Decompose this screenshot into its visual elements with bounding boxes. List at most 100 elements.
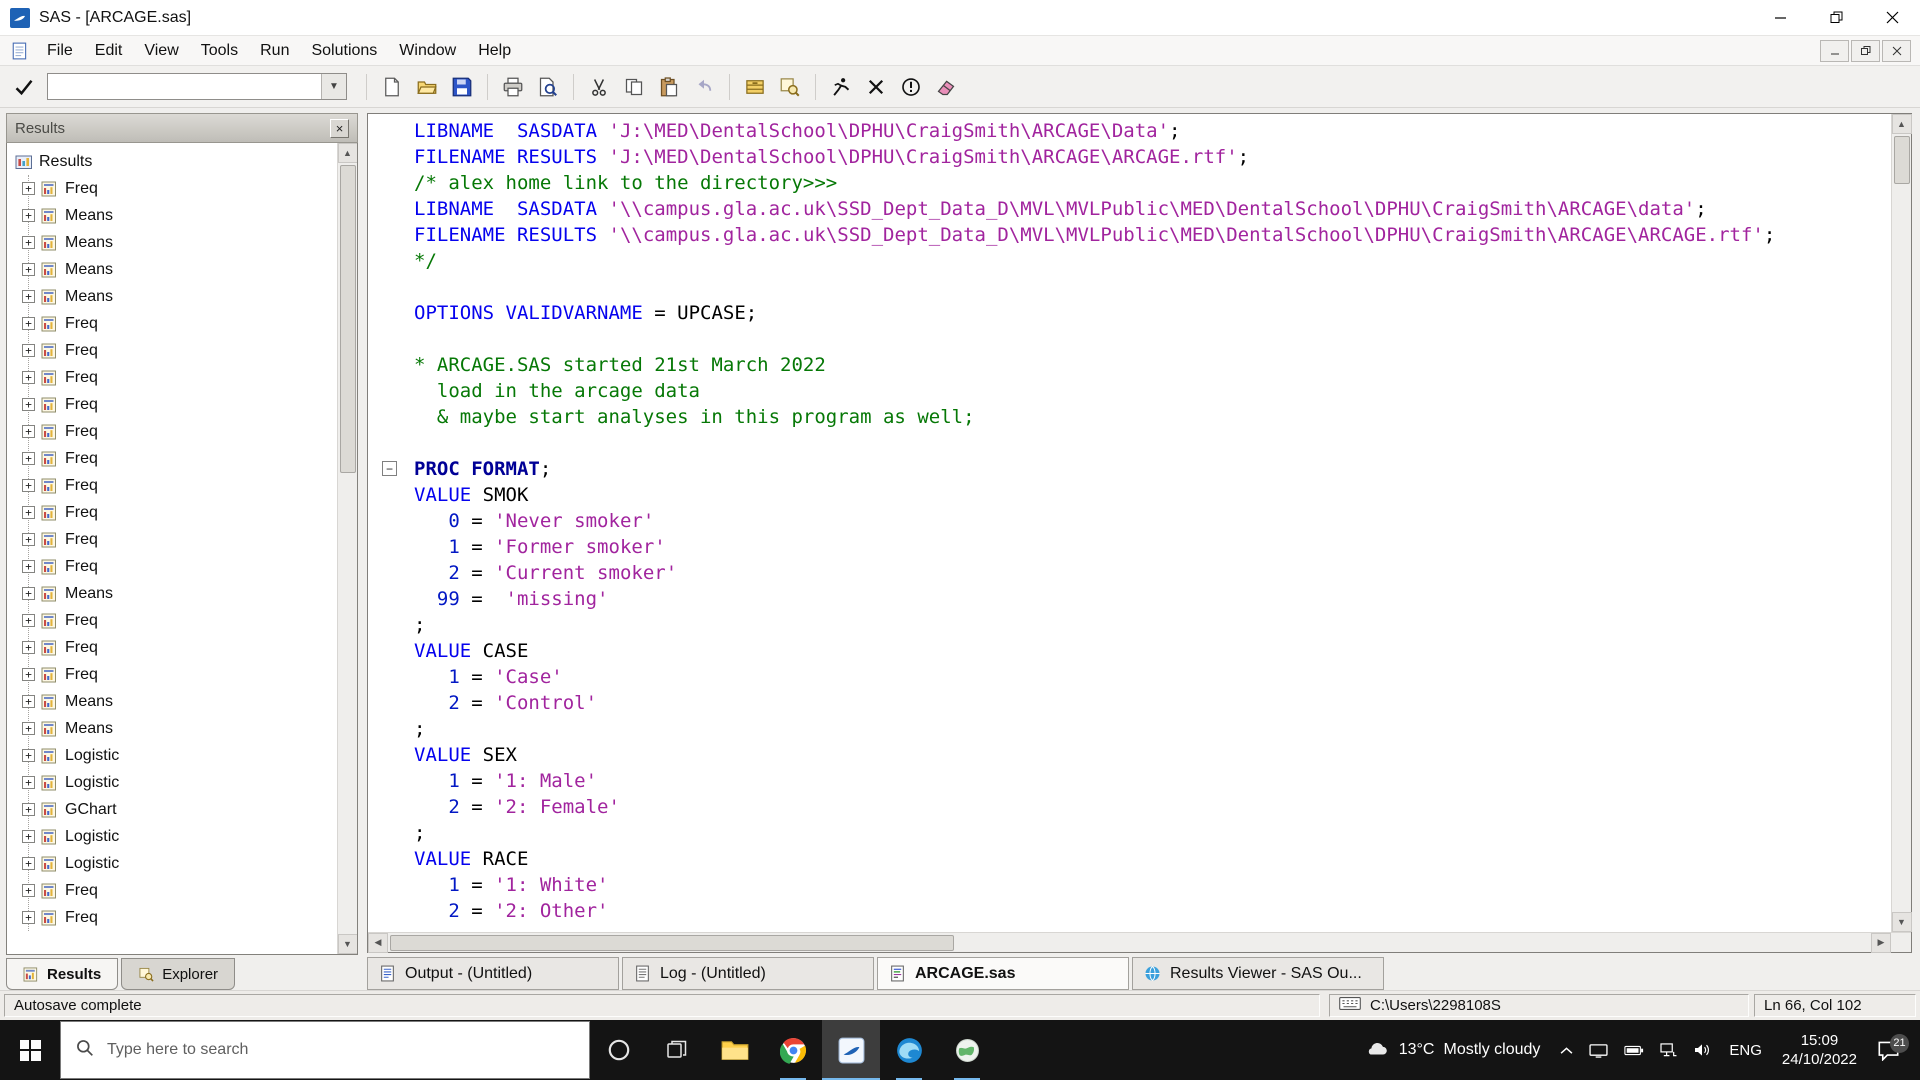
expand-plus-icon[interactable]: + [22,749,35,762]
expand-plus-icon[interactable]: + [22,344,35,357]
tree-item-freq[interactable]: +Freq [22,418,337,445]
submit-button[interactable] [825,72,857,102]
menu-item-file[interactable]: File [36,36,84,65]
code-line[interactable]: 1 = 'Former smoker' [368,534,1891,560]
tree-item-freq[interactable]: +Freq [22,661,337,688]
expand-plus-icon[interactable]: + [22,830,35,843]
code-line[interactable] [368,430,1891,456]
chrome-taskbar-button[interactable] [764,1020,822,1080]
tree-item-means[interactable]: +Means [22,283,337,310]
code-line[interactable]: VALUE SMOK [368,482,1891,508]
tree-item-logistic[interactable]: +Logistic [22,850,337,877]
editor-vscroll-thumb[interactable] [1894,136,1910,184]
file-explorer-taskbar-button[interactable] [706,1020,764,1080]
scroll-up-icon[interactable]: ▲ [1892,114,1912,134]
expand-plus-icon[interactable]: + [22,182,35,195]
weather-widget[interactable]: 13°C Mostly cloudy [1352,1020,1553,1080]
tree-item-logistic[interactable]: +Logistic [22,742,337,769]
expand-plus-icon[interactable]: + [22,668,35,681]
document-restore-button[interactable] [1851,40,1880,62]
break-button[interactable] [895,72,927,102]
battery-icon[interactable] [1616,1045,1652,1056]
restore-button[interactable] [1808,0,1864,35]
code-line[interactable]: 1 = '1: White' [368,872,1891,898]
taskbar-search[interactable]: Type here to search [60,1021,590,1079]
expand-plus-icon[interactable]: + [22,371,35,384]
copy-button[interactable] [618,72,650,102]
tree-item-freq[interactable]: +Freq [22,337,337,364]
code-line[interactable]: VALUE CASE [368,638,1891,664]
tree-item-means[interactable]: +Means [22,580,337,607]
code-line[interactable]: ; [368,820,1891,846]
code-line[interactable]: ; [368,612,1891,638]
menu-item-tools[interactable]: Tools [190,36,249,65]
menu-item-window[interactable]: Window [388,36,467,65]
start-button[interactable] [0,1020,60,1080]
code-line[interactable]: LIBNAME SASDATA 'J:\MED\DentalSchool\DPH… [368,118,1891,144]
open-button[interactable] [411,72,443,102]
window-tab-output[interactable]: Output - (Untitled) [367,957,619,990]
window-tab-view[interactable]: Results Viewer - SAS Ou... [1132,957,1384,990]
expand-plus-icon[interactable]: + [22,263,35,276]
code-line[interactable]: 2 = 'Current smoker' [368,560,1891,586]
expand-plus-icon[interactable]: + [22,290,35,303]
code-line[interactable]: 2 = 'Control' [368,690,1891,716]
expand-plus-icon[interactable]: + [22,398,35,411]
dock-tab-explorer[interactable]: Explorer [121,958,235,990]
expand-plus-icon[interactable]: + [22,560,35,573]
tree-item-freq[interactable]: +Freq [22,364,337,391]
menu-item-edit[interactable]: Edit [84,36,134,65]
code-line[interactable]: 2 = '2: Female' [368,794,1891,820]
language-indicator[interactable]: ENG [1719,1042,1772,1059]
menu-item-solutions[interactable]: Solutions [300,36,388,65]
expand-plus-icon[interactable]: + [22,776,35,789]
expand-plus-icon[interactable]: + [22,641,35,654]
expand-plus-icon[interactable]: + [22,317,35,330]
clear-log-button[interactable] [930,72,962,102]
window-tab-editor[interactable]: ARCAGE.sas [877,957,1129,990]
editor-vertical-scrollbar[interactable]: ▲ ▼ [1891,114,1911,932]
expand-plus-icon[interactable]: + [22,452,35,465]
close-button[interactable] [1864,0,1920,35]
scroll-left-icon[interactable]: ◀ [368,933,388,953]
tree-item-freq[interactable]: +Freq [22,175,337,202]
command-input[interactable] [48,74,321,99]
new-library-button[interactable] [739,72,771,102]
expand-plus-icon[interactable]: + [22,722,35,735]
tree-item-logistic[interactable]: +Logistic [22,823,337,850]
action-center-button[interactable]: 21 [1867,1040,1916,1061]
display-icon[interactable] [1581,1043,1616,1058]
tree-item-means[interactable]: +Means [22,715,337,742]
expand-plus-icon[interactable]: + [22,425,35,438]
document-close-button[interactable] [1882,40,1911,62]
code-line[interactable] [368,326,1891,352]
code-line[interactable]: 1 = '1: Male' [368,768,1891,794]
expand-plus-icon[interactable]: + [22,209,35,222]
code-line[interactable]: 0 = 'Never smoker' [368,508,1891,534]
scroll-right-icon[interactable]: ▶ [1871,933,1891,953]
expand-plus-icon[interactable]: + [22,857,35,870]
network-icon[interactable] [1652,1043,1685,1058]
expand-plus-icon[interactable]: + [22,587,35,600]
editor-horizontal-scrollbar[interactable]: ◀ ▶ [368,933,1891,952]
tree-item-logistic[interactable]: +Logistic [22,769,337,796]
code-line[interactable]: VALUE RACE [368,846,1891,872]
results-panel-close-button[interactable]: × [330,119,349,138]
tree-item-freq[interactable]: +Freq [22,526,337,553]
code-line[interactable]: & maybe start analyses in this program a… [368,404,1891,430]
taskbar-clock[interactable]: 15:09 24/10/2022 [1772,1031,1867,1069]
code-line[interactable]: /* alex home link to the directory>>> [368,170,1891,196]
combobox-dropdown-icon[interactable]: ▼ [321,74,346,99]
command-combobox[interactable]: ▼ [47,73,347,100]
globe-taskbar-button[interactable] [938,1020,996,1080]
expand-plus-icon[interactable]: + [22,236,35,249]
chevron-up-icon[interactable] [1552,1046,1581,1055]
code-line[interactable]: */ [368,248,1891,274]
code-line[interactable]: −PROC FORMAT; [368,456,1891,482]
print-button[interactable] [497,72,529,102]
menu-item-run[interactable]: Run [249,36,300,65]
explorer-button[interactable] [774,72,806,102]
volume-icon[interactable] [1685,1043,1719,1057]
editor-hscroll-thumb[interactable] [390,935,954,951]
tree-scroll-thumb[interactable] [340,165,356,473]
